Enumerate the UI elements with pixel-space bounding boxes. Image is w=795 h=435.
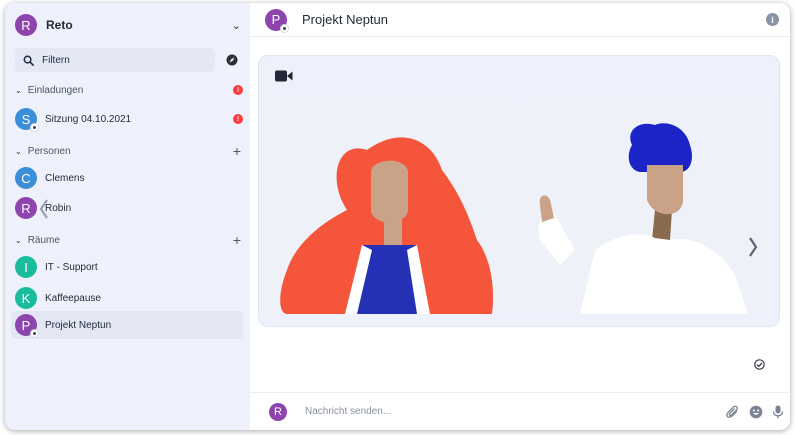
section-invitations-label: Einladungen [27,84,84,96]
section-invitations[interactable]: ⌄ Einladungen ! [15,82,243,98]
video-camera-icon[interactable] [275,70,293,82]
room-avatar: P [15,314,39,338]
status-icon [280,23,289,33]
chevron-down-icon[interactable]: ⌄ [232,19,241,32]
section-rooms[interactable]: ⌄ Räume + [15,232,243,248]
room-item-projekt-neptun[interactable]: P Projekt Neptun [11,311,243,339]
app-window: R Reto ⌄ Filtern ⌄ Einladungen ! S Sitzu… [5,3,790,430]
section-people-label: Personen [27,145,71,157]
participant-tile[interactable] [267,100,509,314]
room-name: Sitzung 04.10.2021 [45,113,132,125]
participant-illustration [538,123,748,314]
explore-button[interactable] [222,50,242,70]
caret-down-icon: ⌄ [15,85,22,95]
info-icon[interactable]: i [766,13,779,26]
sidebar: R Reto ⌄ Filtern ⌄ Einladungen ! S Sitzu… [5,3,250,430]
room-avatar: I [15,256,37,278]
filter-input[interactable]: Filtern [15,48,215,72]
room-avatar-initial: I [24,259,28,275]
message-input[interactable]: Nachricht senden... [305,406,391,417]
message-composer: R Nachricht senden... [250,392,790,430]
room-avatar-initial: S [21,111,31,127]
status-icon [30,123,39,132]
room-avatar-initial: P [21,317,31,333]
account-switcher[interactable]: R Reto ⌄ [15,13,243,37]
account-avatar: R [15,14,37,36]
account-name: Reto [46,18,73,32]
room-avatar: K [15,287,37,309]
status-icon [30,329,39,338]
room-item-clemens[interactable]: C Clemens [11,164,243,192]
room-avatar-initial: C [21,170,31,186]
account-avatar-initial: R [21,17,31,33]
section-people[interactable]: ⌄ Personen + [15,143,243,159]
participant-tile[interactable] [520,100,772,314]
room-avatar-initial: R [21,200,31,216]
room-item-it-support[interactable]: I IT - Support [11,253,243,281]
caret-down-icon: ⌄ [15,235,22,245]
room-name: Kaffeepause [45,292,101,304]
room-avatar-initial: K [21,290,31,306]
chevron-right-icon[interactable] [748,236,758,258]
check-circle-icon [754,359,765,370]
room-header: P Projekt Neptun i [250,3,790,37]
chevron-left-icon [39,199,48,219]
add-person-button[interactable]: + [233,144,241,158]
section-rooms-label: Räume [27,234,60,246]
search-icon [23,55,34,66]
room-view: P Projekt Neptun i R Nachricht senden... [250,3,790,430]
room-header-avatar[interactable]: P [265,8,289,33]
composer-avatar: R [269,402,287,421]
room-avatar: S [15,108,39,132]
room-name: IT - Support [45,261,98,273]
room-item-kaffeepause[interactable]: K Kaffeepause [11,284,243,312]
room-avatar: C [15,167,37,189]
emoji-icon[interactable] [749,405,763,419]
caret-down-icon: ⌄ [15,146,22,156]
room-item-invitation[interactable]: S Sitzung 04.10.2021 ! [11,105,243,133]
room-avatar: R [15,197,37,219]
filter-label: Filtern [42,54,70,66]
microphone-icon[interactable] [772,405,784,419]
compass-icon [226,54,238,66]
paperclip-icon[interactable] [726,405,740,419]
room-name: Clemens [45,172,85,184]
add-room-button[interactable]: + [233,233,241,247]
sidebar-collapse-handle[interactable] [37,197,51,221]
room-header-avatar-initial: P [271,12,281,27]
composer-avatar-initial: R [274,405,282,418]
video-call-widget [258,55,780,327]
invitations-badge: ! [233,85,243,95]
room-badge: ! [233,114,243,124]
participant-illustration [280,137,494,314]
room-name: Projekt Neptun [45,319,112,331]
composer-tools [726,405,784,419]
room-title: Projekt Neptun [302,12,388,27]
